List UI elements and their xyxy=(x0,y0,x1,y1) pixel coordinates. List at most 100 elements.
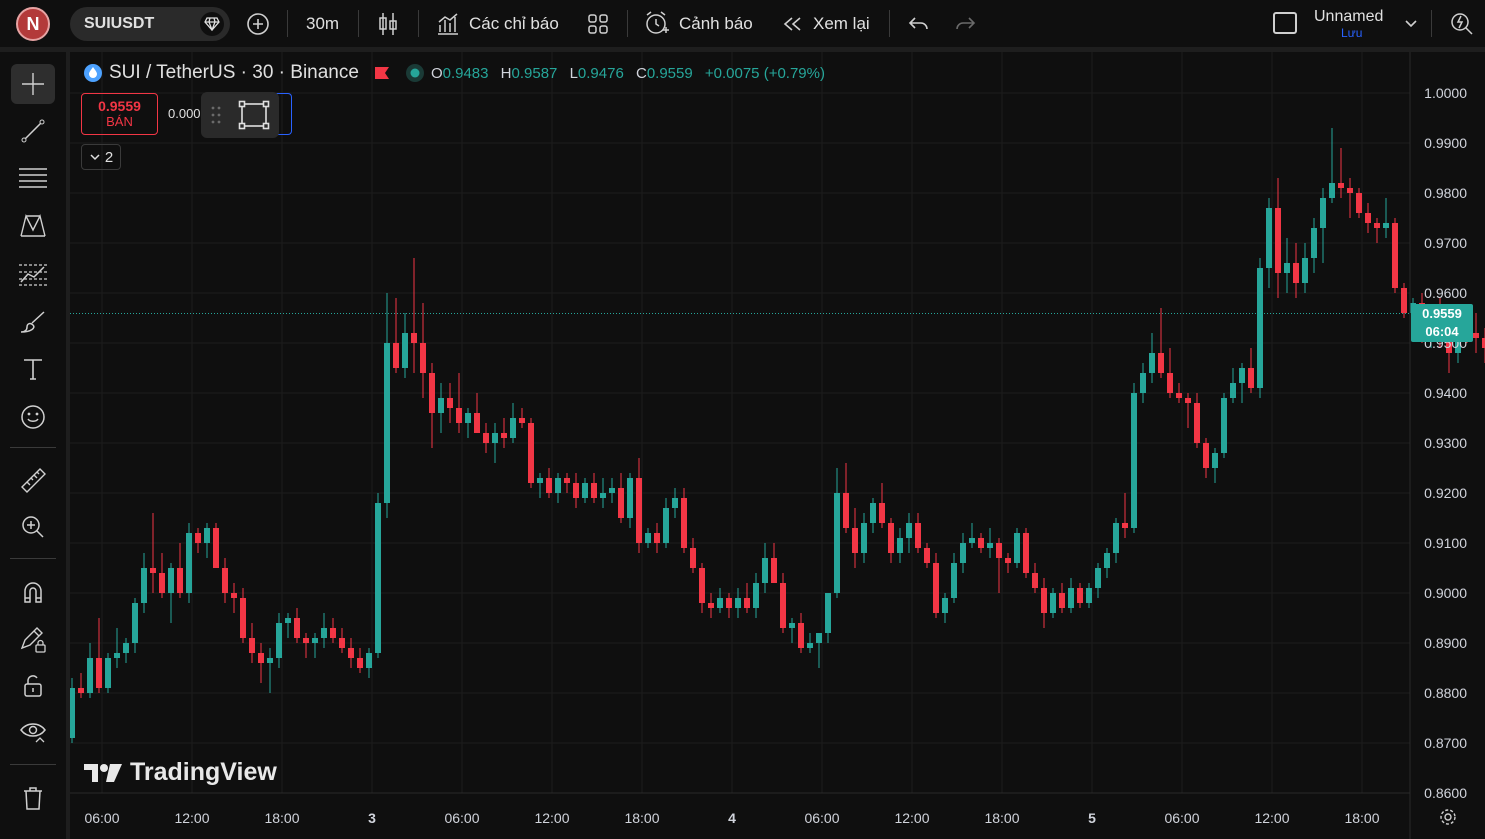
tradingview-watermark[interactable]: TradingView xyxy=(84,758,277,787)
settings-gear-icon[interactable] xyxy=(1438,807,1458,827)
collapse-indicators-button[interactable]: 2 xyxy=(81,144,121,170)
layout-name[interactable]: Unnamed xyxy=(1314,8,1383,26)
candle-body xyxy=(249,638,255,653)
price-chart[interactable]: 1.00000.99000.98000.97000.96000.95000.94… xyxy=(69,52,1485,839)
price-tick-label: 0.9400 xyxy=(1424,385,1467,401)
candle-body xyxy=(78,688,84,693)
candle-body xyxy=(708,603,714,608)
xabcd-pattern-icon xyxy=(20,213,46,237)
emoji-icon xyxy=(21,405,45,429)
pattern-tool[interactable] xyxy=(11,206,55,246)
eye-icon xyxy=(20,723,46,743)
candle-body xyxy=(339,638,345,648)
candle-body xyxy=(330,628,336,638)
layout-checkbox-icon[interactable] xyxy=(1273,12,1297,34)
hide-tool[interactable] xyxy=(11,712,55,752)
lock-icon xyxy=(24,675,42,697)
zoom-in-icon xyxy=(22,516,44,538)
candle-body xyxy=(663,508,669,543)
forecast-tool[interactable] xyxy=(11,254,55,294)
candle-body xyxy=(744,598,750,608)
candle-body xyxy=(1131,393,1137,528)
layout-menu-button[interactable] xyxy=(1404,0,1418,47)
select-area-icon[interactable] xyxy=(238,100,270,130)
interval-button[interactable]: 30m xyxy=(306,0,339,47)
emoji-tool[interactable] xyxy=(11,397,55,437)
candle-body xyxy=(573,483,579,498)
sell-button[interactable]: 0.9559 BÁN xyxy=(81,93,158,135)
candle-body xyxy=(159,573,165,593)
candle-body xyxy=(924,548,930,563)
replay-button[interactable]: Xem lại xyxy=(781,0,870,47)
candle-body xyxy=(204,528,210,543)
candle-body xyxy=(177,568,183,593)
trend-line-tool[interactable] xyxy=(11,111,55,151)
diamond-icon[interactable] xyxy=(200,12,224,36)
quick-search-button[interactable] xyxy=(1448,0,1476,47)
legend-title[interactable]: SUI / TetherUS · 30 · Binance xyxy=(109,62,359,84)
redo-button[interactable] xyxy=(953,0,977,47)
fib-tool[interactable] xyxy=(11,158,55,198)
candle-body xyxy=(897,538,903,553)
text-tool[interactable] xyxy=(11,349,55,389)
trash-icon xyxy=(24,787,42,810)
change-value: +0.0075 (+0.79%) xyxy=(704,64,825,82)
crosshair-tool[interactable] xyxy=(11,64,55,104)
fib-retracement-icon xyxy=(19,168,47,188)
candle-body xyxy=(1077,588,1083,603)
indicators-button[interactable]: Các chỉ báo xyxy=(435,0,559,47)
undo-button[interactable] xyxy=(907,0,931,47)
candle-body xyxy=(834,493,840,593)
remove-drawings-tool[interactable] xyxy=(11,778,55,818)
price-tick-label: 0.8600 xyxy=(1424,785,1467,801)
sell-label: BÁN xyxy=(106,114,133,129)
floating-toolbar[interactable] xyxy=(201,92,279,138)
candle-body xyxy=(654,533,660,543)
text-icon xyxy=(24,359,42,380)
high-value: 0.9587 xyxy=(511,64,558,82)
flag-icon[interactable] xyxy=(373,65,391,81)
chart-pane[interactable]: 1.0000 0.9900 0.9800 0.9700 0.9600 0.9500 0.94… xyxy=(69,52,1485,839)
candle-body xyxy=(87,658,93,693)
last-price-label: 0.9559 06:04 xyxy=(1411,304,1473,342)
candle-body xyxy=(141,568,147,603)
candle-body xyxy=(717,598,723,608)
zoom-tool[interactable] xyxy=(11,507,55,547)
measure-tool[interactable] xyxy=(11,460,55,500)
candle-body xyxy=(1329,183,1335,198)
add-symbol-button[interactable] xyxy=(245,0,271,47)
candle-body xyxy=(123,643,129,653)
candle-body xyxy=(303,638,309,643)
candle-body xyxy=(483,433,489,443)
candle-body xyxy=(600,493,606,498)
candle-body xyxy=(888,523,894,553)
candle-body xyxy=(843,493,849,528)
alerts-button[interactable]: Cảnh báo xyxy=(643,0,753,47)
time-tick-label: 18:00 xyxy=(264,810,299,826)
magnet-tool[interactable] xyxy=(11,572,55,612)
layouts-button[interactable] xyxy=(586,0,610,47)
candle-body xyxy=(1392,223,1398,288)
stay-in-drawing-tool[interactable] xyxy=(11,619,55,659)
candle-body xyxy=(969,538,975,543)
candle-body xyxy=(393,343,399,368)
time-tick-label: 5 xyxy=(1088,810,1096,826)
candle-body xyxy=(906,523,912,538)
lock-all-tool[interactable] xyxy=(11,666,55,706)
ruler-icon xyxy=(21,468,46,493)
symbol-search-button[interactable]: SUIUSDT xyxy=(70,7,230,41)
brush-tool[interactable] xyxy=(11,302,55,342)
save-status[interactable]: Lưu xyxy=(1341,26,1362,40)
candle-body xyxy=(465,413,471,423)
chart-type-button[interactable] xyxy=(376,0,400,47)
market-status-icon[interactable] xyxy=(405,63,425,83)
time-tick-label: 12:00 xyxy=(894,810,929,826)
candle-body xyxy=(735,598,741,608)
candle-body xyxy=(1095,568,1101,588)
price-tick-label: 0.9000 xyxy=(1424,585,1467,601)
candle-body xyxy=(96,658,102,688)
drag-handle-icon[interactable] xyxy=(211,106,221,124)
candle-body xyxy=(222,568,228,593)
app-window: N SUIUSDT 30m Các chỉ báo Cảnh báo Xem l… xyxy=(0,0,1485,839)
user-avatar[interactable]: N xyxy=(16,7,50,41)
